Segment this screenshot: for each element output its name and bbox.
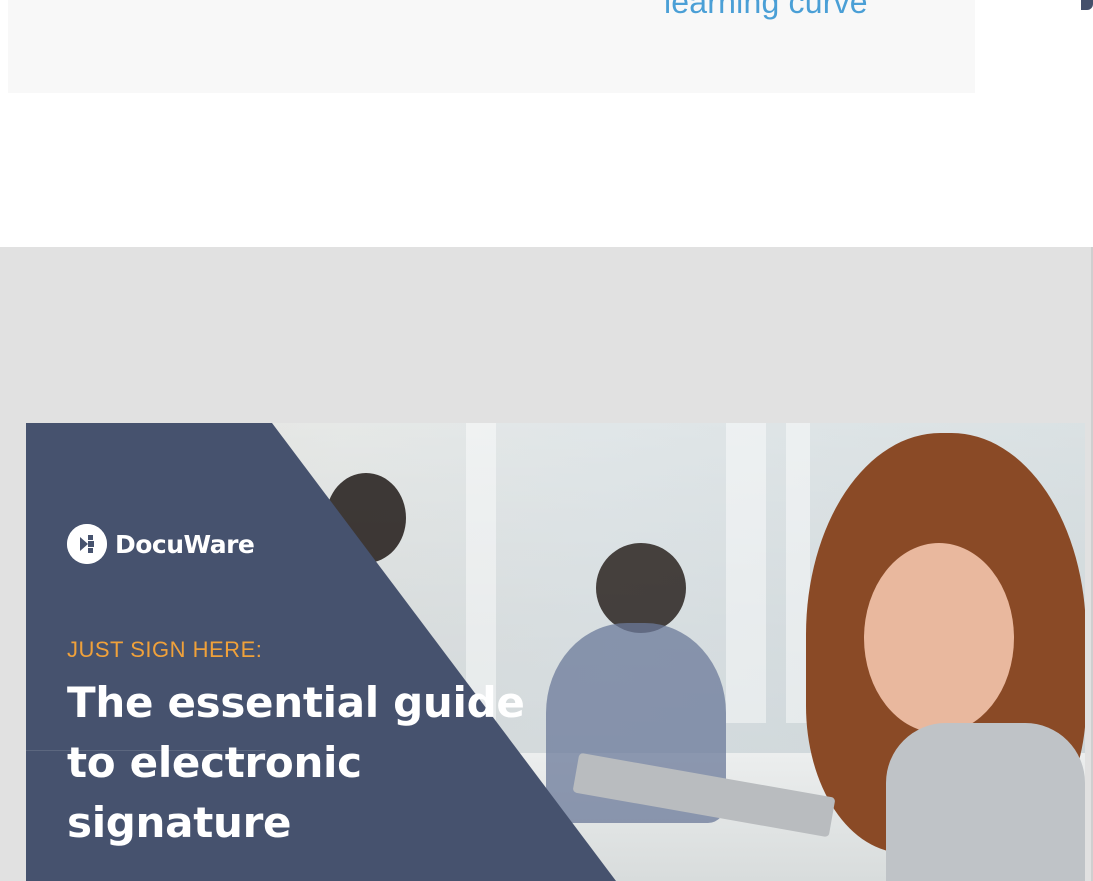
- background-person: [596, 543, 686, 633]
- related-article-link[interactable]: learning curve: [664, 0, 868, 18]
- ebook-promo-banner[interactable]: DocuWare JUST SIGN HERE: The essential g…: [26, 423, 1085, 881]
- brand-logo: DocuWare: [67, 524, 255, 564]
- woman-face: [864, 543, 1014, 733]
- page: learning curve DocuWare JUST SIGN HERE: …: [0, 0, 1093, 881]
- docuware-logo-icon: [67, 524, 107, 564]
- banner-headline: The essential guide to electronic signat…: [67, 678, 525, 847]
- social-share-icon[interactable]: [1081, 0, 1093, 10]
- related-article-card: learning curve: [8, 0, 975, 93]
- woman-body: [886, 723, 1085, 881]
- banner-eyebrow: JUST SIGN HERE:: [67, 637, 263, 662]
- brand-name: DocuWare: [115, 529, 255, 559]
